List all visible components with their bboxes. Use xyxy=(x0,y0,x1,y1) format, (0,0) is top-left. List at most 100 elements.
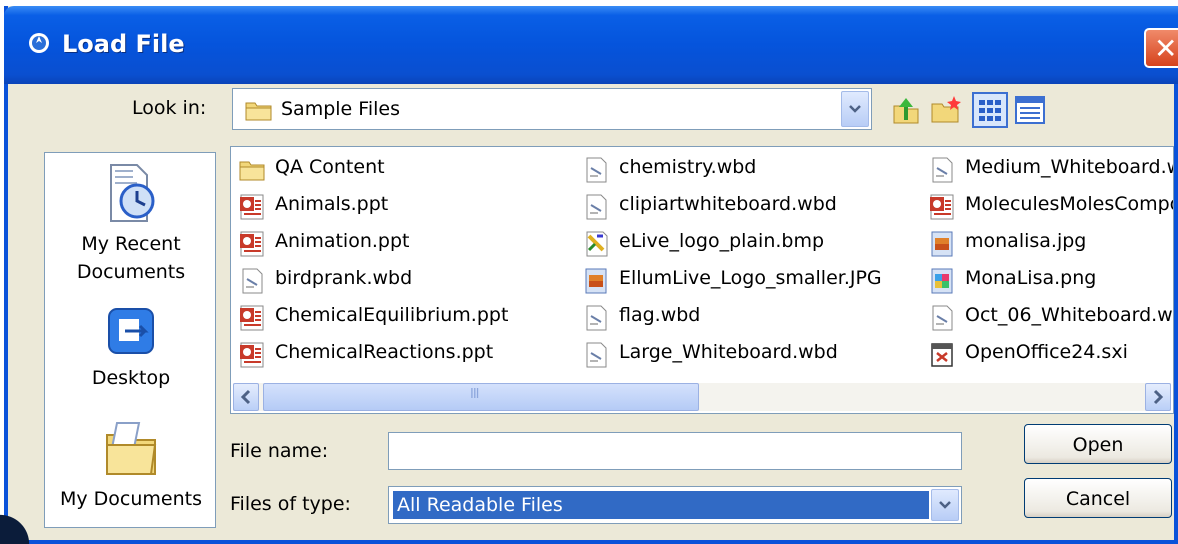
file-name: Large_Whiteboard.wbd xyxy=(619,341,838,363)
file-name: Oct_06_Whiteboard.w xyxy=(965,304,1173,326)
place-label: Desktop xyxy=(91,367,171,389)
scroll-right-button[interactable] xyxy=(1145,383,1171,411)
place-label: My Documents xyxy=(59,488,202,510)
scroll-thumb[interactable]: III xyxy=(263,383,699,411)
desktop-icon xyxy=(108,308,154,354)
file-item[interactable]: Oct_06_Whiteboard.w xyxy=(929,301,1173,338)
place-label: Documents xyxy=(76,261,186,283)
look-in-dropdown[interactable]: Sample Files xyxy=(232,88,872,130)
place-label: My Recent xyxy=(81,233,181,255)
wbd-icon xyxy=(932,157,953,183)
my-documents-icon xyxy=(106,422,157,475)
desktop-background xyxy=(0,510,40,544)
file-item[interactable]: EllumLive_Logo_smaller.JPG xyxy=(583,264,913,301)
wbd-icon xyxy=(586,305,607,331)
app-logo-icon xyxy=(29,33,49,53)
file-item[interactable]: ChemicalEquilibrium.ppt xyxy=(239,301,569,338)
close-button[interactable]: ✕ xyxy=(1144,28,1178,68)
places-bar: My Recent Documents Desktop My Documents xyxy=(44,152,216,528)
file-name-label: File name: xyxy=(230,440,329,462)
load-file-dialog: Load File ✕ Look in: Sample Files My Rec… xyxy=(4,6,1178,544)
place-desktop[interactable]: Desktop xyxy=(45,305,217,392)
file-name: flag.wbd xyxy=(619,304,701,326)
recent-documents-icon xyxy=(110,164,155,222)
file-item[interactable]: ChemicalReactions.ppt xyxy=(239,338,569,375)
sxi-icon xyxy=(931,343,953,367)
bmp-icon xyxy=(586,231,608,257)
files-of-type-value: All Readable Files xyxy=(393,491,929,519)
details-view-icon[interactable] xyxy=(1014,94,1046,126)
folder-icon xyxy=(239,161,265,181)
file-item[interactable]: MoleculesMolesCompo xyxy=(929,190,1174,227)
file-item[interactable]: Medium_Whiteboard.w xyxy=(929,153,1174,190)
file-name: ChemicalEquilibrium.ppt xyxy=(275,304,509,326)
folder-icon xyxy=(245,102,272,121)
file-name: MonaLisa.png xyxy=(965,267,1097,289)
file-name: chemistry.wbd xyxy=(619,156,757,178)
file-item[interactable]: birdprank.wbd xyxy=(239,264,569,301)
title-bar[interactable]: Load File ✕ xyxy=(4,6,1178,84)
file-item[interactable]: chemistry.wbd xyxy=(583,153,913,190)
chevron-right-icon xyxy=(1153,389,1164,405)
ppt-icon xyxy=(240,342,264,368)
file-item[interactable]: QA Content xyxy=(239,153,569,190)
jpg-icon xyxy=(585,268,607,294)
file-name: eLive_logo_plain.bmp xyxy=(619,230,825,252)
horizontal-scrollbar[interactable]: III xyxy=(233,383,1171,411)
jpg-icon xyxy=(931,231,953,257)
wbd-icon xyxy=(586,342,607,368)
new-folder-icon[interactable] xyxy=(930,94,962,126)
ppt-icon xyxy=(930,194,954,220)
file-name: EllumLive_Logo_smaller.JPG xyxy=(619,267,882,289)
ppt-icon xyxy=(240,231,264,257)
scroll-grip: III xyxy=(470,387,479,402)
file-item[interactable]: eLive_logo_plain.bmp xyxy=(583,227,913,264)
cancel-button[interactable]: Cancel xyxy=(1024,478,1172,518)
dialog-title: Load File xyxy=(62,30,185,58)
look-in-value: Sample Files xyxy=(281,98,400,120)
file-name: birdprank.wbd xyxy=(275,267,413,289)
wbd-icon xyxy=(932,305,953,331)
file-name: QA Content xyxy=(275,156,385,178)
look-in-label: Look in: xyxy=(132,97,207,119)
file-item[interactable]: monalisa.jpg xyxy=(929,227,1173,264)
chevron-down-icon xyxy=(849,105,861,113)
open-button[interactable]: Open xyxy=(1024,424,1172,464)
file-name: OpenOffice24.sxi xyxy=(965,341,1128,363)
files-of-type-dropdown-button[interactable] xyxy=(931,489,959,521)
files-of-type-label: Files of type: xyxy=(230,493,351,515)
look-in-dropdown-button[interactable] xyxy=(841,91,869,127)
file-item[interactable]: OpenOffice24.sxi xyxy=(929,338,1173,375)
ppt-icon xyxy=(240,305,264,331)
file-column: QA Content Animals.ppt Animation.ppt birdpr… xyxy=(239,153,569,375)
file-list[interactable]: QA Content Animals.ppt Animation.ppt birdpr… xyxy=(230,146,1174,414)
file-column: chemistry.wbd clipiartwhiteboard.wbd eLive… xyxy=(583,153,913,375)
file-item[interactable]: Animals.ppt xyxy=(239,190,569,227)
close-icon: ✕ xyxy=(1154,32,1178,65)
file-item[interactable]: MonaLisa.png xyxy=(929,264,1173,301)
file-column: Medium_Whiteboard.w MoleculesMolesCompo mo… xyxy=(929,153,1174,375)
file-name: ChemicalReactions.ppt xyxy=(275,341,494,363)
ppt-icon xyxy=(240,194,264,220)
file-name: MoleculesMolesCompo xyxy=(965,193,1174,215)
place-my-recent-documents[interactable]: My Recent Documents xyxy=(45,161,217,286)
file-name: monalisa.jpg xyxy=(965,230,1087,252)
scroll-left-button[interactable] xyxy=(233,383,259,411)
file-name-input[interactable] xyxy=(388,432,962,470)
chevron-left-icon xyxy=(240,389,251,405)
file-name: clipiartwhiteboard.wbd xyxy=(619,193,837,215)
up-one-level-icon[interactable] xyxy=(890,94,922,126)
file-name: Animals.ppt xyxy=(275,193,389,215)
chevron-down-icon xyxy=(939,501,951,509)
file-name: Animation.ppt xyxy=(275,230,410,252)
wbd-icon xyxy=(242,268,263,294)
files-of-type-dropdown[interactable]: All Readable Files xyxy=(388,486,962,524)
list-view-icon[interactable] xyxy=(972,92,1008,128)
file-item[interactable]: Large_Whiteboard.wbd xyxy=(583,338,913,375)
file-item[interactable]: flag.wbd xyxy=(583,301,913,338)
wbd-icon xyxy=(586,194,607,220)
file-name: Medium_Whiteboard.w xyxy=(965,156,1174,178)
file-item[interactable]: clipiartwhiteboard.wbd xyxy=(583,190,913,227)
place-my-documents[interactable]: My Documents xyxy=(45,415,217,514)
file-item[interactable]: Animation.ppt xyxy=(239,227,569,264)
